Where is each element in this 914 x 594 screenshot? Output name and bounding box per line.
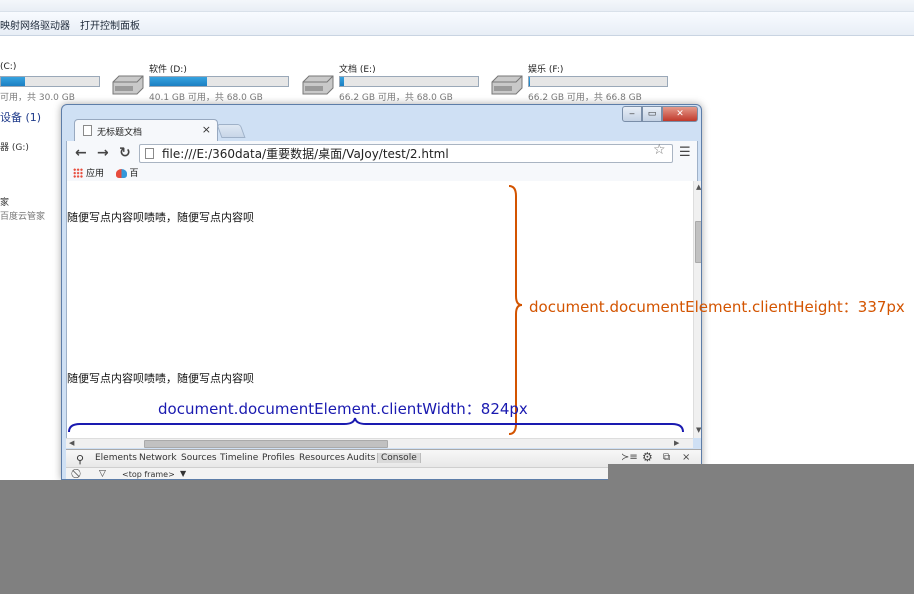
tab-profiles[interactable]: Profiles [262, 453, 295, 463]
drive-name: (C:) [0, 62, 17, 72]
tab-elements[interactable]: Elements [95, 453, 137, 463]
content-line: 随便写点内容呗啧啧，随便写点内容呗 [67, 372, 254, 385]
tab-timeline[interactable]: Timeline [220, 453, 258, 463]
page-icon [83, 125, 92, 136]
other-item-baidu-cloud[interactable]: 百度云管家 [0, 209, 45, 222]
dock-icon[interactable]: ⧉ [663, 452, 670, 463]
device-g[interactable]: 器 (G:) [0, 140, 29, 153]
tab-close-icon[interactable]: × [202, 123, 211, 136]
menu-icon[interactable]: ☰ [679, 145, 691, 160]
horizontal-scroll-thumb[interactable] [144, 440, 388, 448]
scroll-left-arrow-icon[interactable]: ◀ [69, 439, 74, 447]
maximize-button[interactable]: ▭ [642, 106, 662, 122]
drive-name: 软件 (D:) [149, 65, 187, 75]
map-network-drive-button[interactable]: 映射网络驱动器 [0, 17, 70, 32]
close-devtools-icon[interactable]: × [682, 452, 690, 463]
drive-size: 66.2 GB 可用，共 66.8 GB [528, 93, 642, 103]
scroll-up-arrow-icon[interactable]: ▲ [696, 183, 701, 191]
reload-icon[interactable]: ↻ [119, 145, 131, 161]
drive-e[interactable]: 文档 (E:) 66.2 GB 可用，共 68.0 GB [299, 62, 479, 103]
removable-devices-heading: 设备 (1) [0, 111, 42, 124]
frame-selector[interactable]: <top frame> [122, 470, 175, 479]
drive-usage-bar [339, 76, 479, 87]
open-control-panel-button[interactable]: 打开控制面板 [80, 17, 140, 32]
address-bar[interactable] [139, 144, 673, 163]
gear-icon[interactable]: ⚙ [642, 450, 653, 464]
devtools-tabbar: ⚲ Elements Network Sources Timeline Prof… [66, 450, 701, 468]
content-line: 随便写点内容呗啧啧，随便写点内容呗 [67, 211, 254, 224]
baidu-icon [115, 168, 127, 178]
new-tab-button[interactable] [216, 124, 246, 138]
chrome-window: ‒ ▭ ✕ 无标题文档 × ← → ↻ ☆ ☰ 应用 百 随便写点内容呗啧啧，随… [61, 104, 702, 480]
page-icon [145, 148, 154, 159]
search-icon[interactable]: ⚲ [76, 453, 84, 466]
window-controls: ‒ ▭ ✕ [622, 106, 698, 122]
drive-usage-bar [149, 76, 289, 87]
back-arrow-icon[interactable]: ← [75, 145, 87, 161]
url-input[interactable] [162, 146, 642, 161]
explorer-titlebar [0, 0, 914, 12]
scroll-down-arrow-icon[interactable]: ▼ [696, 426, 701, 434]
hard-drive-icon [491, 75, 523, 95]
drive-f[interactable]: 娱乐 (F:) 66.2 GB 可用，共 66.8 GB [488, 62, 668, 103]
bookmark-bai[interactable]: 百 [115, 166, 139, 179]
tab-network[interactable]: Network [139, 453, 177, 463]
tab-audits[interactable]: Audits [347, 453, 375, 463]
chevron-down-icon[interactable]: ▼ [180, 469, 186, 478]
tab-console[interactable]: Console [377, 453, 421, 463]
drive-usage-bar [528, 76, 668, 87]
close-window-button[interactable]: ✕ [662, 106, 698, 122]
vertical-scroll-thumb[interactable] [695, 221, 701, 263]
bookmark-apps[interactable]: 应用 [73, 166, 104, 179]
horizontal-scrollbar[interactable]: ◀ ▶ [66, 438, 693, 448]
drive-name: 文档 (E:) [339, 65, 376, 75]
drive-name: 娱乐 (F:) [528, 65, 564, 75]
minimize-button[interactable]: ‒ [622, 106, 642, 122]
apps-grid-icon [73, 168, 83, 178]
devtools-panel: ⚲ Elements Network Sources Timeline Prof… [66, 449, 701, 479]
hard-drive-icon [112, 75, 144, 95]
explorer-toolbar: 映射网络驱动器 打开控制面板 [0, 12, 914, 36]
client-width-label: document.documentElement.clientWidth：824… [158, 400, 528, 418]
browser-toolbar: ← → ↻ ☆ ☰ 应用 百 [66, 141, 698, 181]
gray-mask [608, 464, 914, 480]
hard-drive-icon [302, 75, 334, 95]
drive-usage-bar [0, 76, 100, 87]
other-item-home[interactable]: 家 [0, 195, 9, 208]
tab-title: 无标题文档 [97, 128, 143, 138]
filter-icon[interactable]: ▽ [99, 469, 106, 479]
tab-resources[interactable]: Resources [299, 453, 345, 463]
drive-size: 66.2 GB 可用，共 68.0 GB [339, 93, 453, 103]
console-toolbar: ⃠ ▽ <top frame> ▼ [66, 469, 701, 479]
gray-mask [0, 480, 914, 594]
drive-size: 可用，共 30.0 GB [0, 93, 75, 103]
drive-d[interactable]: 软件 (D:) 40.1 GB 可用，共 68.0 GB [109, 62, 289, 103]
drive-size: 40.1 GB 可用，共 68.0 GB [149, 93, 263, 103]
bookmarks-bar: 应用 百 [73, 165, 147, 179]
forward-arrow-icon[interactable]: → [97, 145, 109, 161]
browser-tab[interactable]: 无标题文档 × [74, 119, 218, 141]
scroll-right-arrow-icon[interactable]: ▶ [674, 439, 679, 447]
bookmark-star-icon[interactable]: ☆ [653, 142, 666, 158]
tab-sources[interactable]: Sources [181, 453, 217, 463]
console-drawer-icon[interactable]: ≻≡ [621, 452, 638, 463]
client-height-label: document.documentElement.clientHeight：33… [529, 298, 905, 316]
